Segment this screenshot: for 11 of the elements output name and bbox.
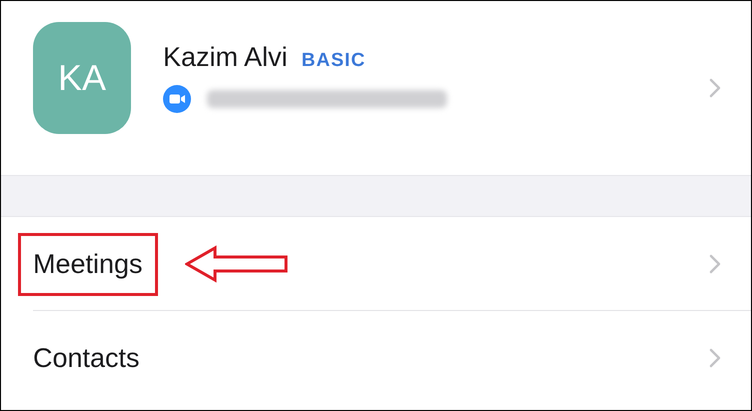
- chevron-icon: [709, 254, 721, 274]
- plan-label: BASIC: [302, 50, 366, 72]
- video-camera-icon: [163, 84, 191, 112]
- highlighted-label: Meetings: [21, 236, 155, 292]
- menu-item[interactable]: Meetings: [1, 217, 751, 311]
- menu-label: Contacts: [33, 342, 140, 374]
- chevron-icon[interactable]: [709, 78, 721, 98]
- user-name: Kazim Alvi: [163, 42, 288, 72]
- avatar: KA: [33, 22, 131, 134]
- menu-item[interactable]: Contacts: [1, 311, 751, 405]
- chevron-icon: [709, 348, 721, 368]
